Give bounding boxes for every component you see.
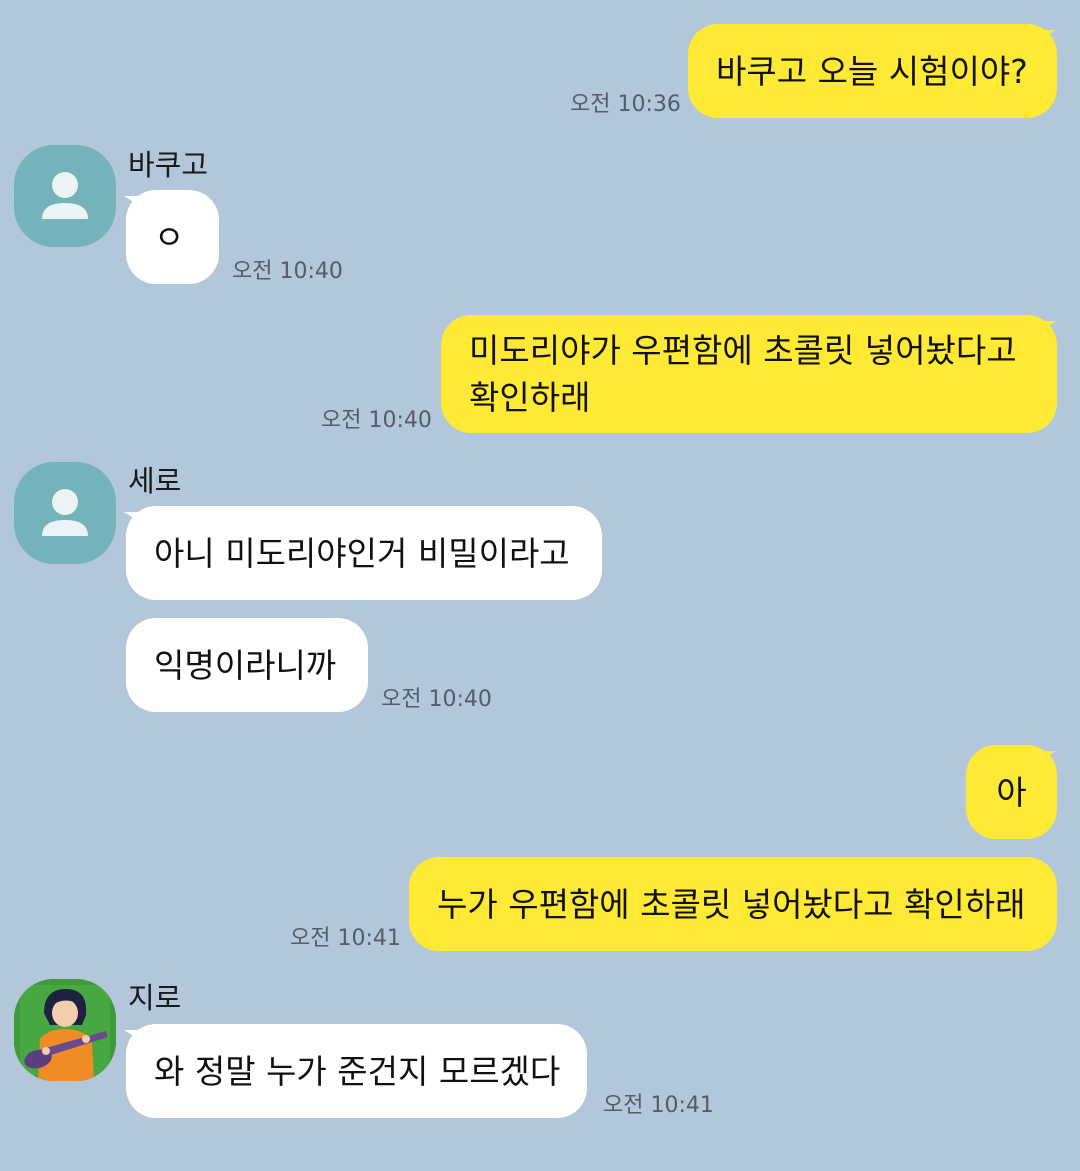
avatar[interactable] <box>14 145 116 247</box>
message-time: 오전 10:40 <box>381 687 492 712</box>
message-bubble-incoming[interactable]: 익명이라니까 <box>126 618 368 712</box>
person-icon <box>42 489 88 536</box>
message-time: 오전 10:36 <box>570 92 681 117</box>
message-text-line: 미도리야가 우편함에 초콜릿 넣어놨다고 <box>469 331 1017 370</box>
message-time: 오전 10:40 <box>321 408 432 433</box>
message-bubble-outgoing[interactable]: 아 <box>966 745 1057 839</box>
sender-name: 세로 <box>128 464 182 498</box>
message-text-line: 확인하래 <box>469 378 591 417</box>
message-bubble-outgoing[interactable]: 미도리야가 우편함에 초콜릿 넣어놨다고 확인하래 <box>441 315 1057 433</box>
message-time: 오전 10:41 <box>603 1093 714 1118</box>
avatar[interactable] <box>14 979 116 1081</box>
person-icon <box>42 172 88 219</box>
message-text: 누가 우편함에 초콜릿 넣어놨다고 확인하래 <box>437 884 1026 924</box>
message-text: 익명이라니까 <box>154 645 337 685</box>
girl-with-guitar-icon <box>14 979 116 1081</box>
message-bubble-incoming[interactable]: ㅇ <box>126 190 219 284</box>
sender-name: 지로 <box>128 981 182 1015</box>
message-bubble-incoming[interactable]: 아니 미도리야인거 비밀이라고 <box>126 506 602 600</box>
avatar[interactable] <box>14 462 116 564</box>
message-bubble-outgoing[interactable]: 바쿠고 오늘 시험이야? <box>688 24 1057 118</box>
message-time: 오전 10:41 <box>290 926 401 951</box>
message-text: 아 <box>996 772 1027 812</box>
sender-name: 바쿠고 <box>128 148 209 182</box>
message-bubble-outgoing[interactable]: 누가 우편함에 초콜릿 넣어놨다고 확인하래 <box>409 857 1057 951</box>
message-text: 와 정말 누가 준건지 모르겠다 <box>154 1051 561 1091</box>
message-text: ㅇ <box>154 217 185 257</box>
message-time: 오전 10:40 <box>232 259 343 284</box>
message-text: 아니 미도리야인거 비밀이라고 <box>154 533 570 573</box>
message-text: 바쿠고 오늘 시험이야? <box>716 51 1028 91</box>
chat-room: 바쿠고 오늘 시험이야? 오전 10:36 바쿠고 ㅇ 오전 10:40 미도리… <box>0 0 1080 1171</box>
message-bubble-incoming[interactable]: 와 정말 누가 준건지 모르겠다 <box>126 1024 587 1118</box>
